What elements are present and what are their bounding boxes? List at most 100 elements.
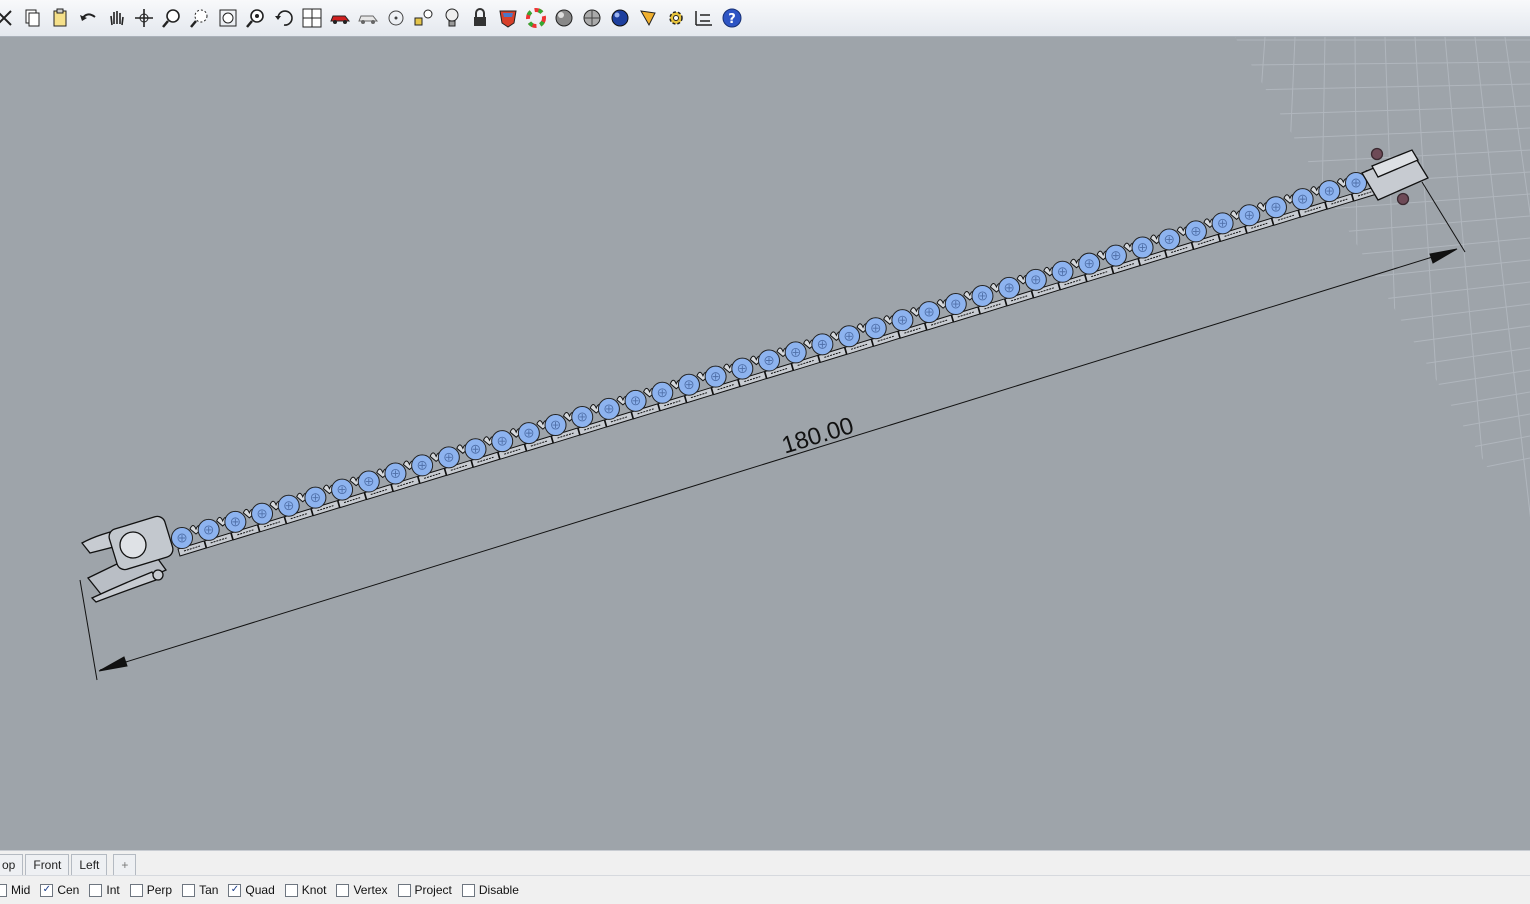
dimension-line — [99, 249, 1456, 671]
snap-label: Disable — [478, 883, 519, 897]
lock-button[interactable] — [466, 4, 494, 32]
dimension-icon — [695, 11, 712, 26]
color-wheel-button[interactable] — [522, 4, 550, 32]
clasp-left[interactable] — [81, 514, 175, 603]
circle-point-button[interactable] — [382, 4, 410, 32]
pan-hand-icon — [110, 11, 124, 26]
snap-mid[interactable]: Mid — [0, 883, 30, 897]
checkbox-int[interactable] — [89, 883, 103, 897]
four-viewports-icon — [302, 8, 322, 28]
checkbox-perp[interactable] — [129, 883, 143, 897]
close-arrow-icon — [0, 10, 12, 26]
checkbox-quad[interactable]: ✓ — [228, 883, 242, 897]
checkbox-disable[interactable] — [461, 883, 475, 897]
zoom-window-icon — [190, 9, 208, 28]
paste-button[interactable] — [46, 4, 74, 32]
zoom-selected-icon — [246, 9, 264, 28]
snap-disable[interactable]: Disable — [461, 883, 519, 897]
tab-left[interactable]: Left — [71, 854, 108, 875]
dimension-value: 180.00 — [779, 412, 857, 459]
checkbox-tan[interactable] — [182, 883, 196, 897]
zoom-extents-button[interactable] — [214, 4, 242, 32]
copy-icon — [25, 9, 40, 27]
zoom-window-button[interactable] — [186, 4, 214, 32]
color-wheel-icon — [526, 8, 546, 28]
tab-front[interactable]: Front — [25, 854, 70, 875]
sphere-gray-button[interactable] — [550, 4, 578, 32]
clasp-right[interactable] — [1361, 147, 1429, 206]
snap-tan[interactable]: Tan — [182, 883, 218, 897]
lock-icon — [474, 8, 486, 26]
light-bulb-icon — [445, 8, 459, 27]
rotate-view-button[interactable] — [270, 4, 298, 32]
viewport-canvas[interactable]: 180.00 — [0, 37, 1530, 850]
snap-perp[interactable]: Perp — [129, 883, 173, 897]
checkbox-project[interactable] — [397, 883, 411, 897]
tab-top[interactable]: op — [0, 854, 24, 875]
circle-point-icon — [388, 10, 404, 26]
sphere-shaded-button[interactable] — [578, 4, 606, 32]
checkbox-cen[interactable]: ✓ — [40, 883, 54, 897]
gear-icon — [669, 11, 683, 25]
dimension-button[interactable] — [690, 4, 718, 32]
car-button[interactable] — [326, 4, 354, 32]
snap-label: Project — [414, 883, 452, 897]
checkbox-knot[interactable] — [284, 883, 298, 897]
snap-vertex[interactable]: Vertex — [336, 883, 388, 897]
undo-icon — [80, 13, 96, 21]
car-outline-button[interactable] — [354, 4, 382, 32]
snap-label: Int — [106, 883, 120, 897]
undo-button[interactable] — [74, 4, 102, 32]
help-icon: ? — [722, 8, 742, 28]
add-tab-button[interactable]: + — [113, 854, 137, 875]
zoom-extents-icon — [219, 9, 237, 27]
pencil-button[interactable] — [634, 4, 662, 32]
shapes-button[interactable] — [410, 4, 438, 32]
snap-cen[interactable]: ✓ Cen — [40, 883, 79, 897]
dimension-extension-left — [79, 579, 98, 681]
arrow-right-icon — [1429, 248, 1458, 264]
gear-button[interactable] — [662, 4, 690, 32]
snap-label: Tan — [199, 883, 219, 897]
svg-text:?: ? — [728, 12, 736, 27]
main-toolbar: ? — [0, 0, 1530, 37]
sphere-shaded-icon — [583, 9, 601, 27]
shield-icon — [499, 10, 517, 28]
snap-knot[interactable]: Knot — [284, 883, 327, 897]
tennis-bracelet[interactable] — [171, 170, 1381, 557]
copy-button[interactable] — [18, 4, 46, 32]
snap-int[interactable]: Int — [89, 883, 120, 897]
arrow-left-icon — [98, 656, 128, 672]
paste-icon — [53, 8, 67, 27]
osnap-bar: Mid ✓ Cen Int Perp Tan ✓ Quad Knot Vertex Project D… — [0, 875, 1530, 904]
sphere-gray-icon — [555, 9, 573, 27]
shield-button[interactable] — [494, 4, 522, 32]
four-viewports-button[interactable] — [298, 4, 326, 32]
pan-hand-button[interactable] — [102, 4, 130, 32]
shapes-icon — [414, 9, 433, 26]
light-bulb-button[interactable] — [438, 4, 466, 32]
snap-label: Mid — [11, 883, 31, 897]
checkbox-vertex[interactable] — [336, 883, 350, 897]
car-icon — [330, 15, 351, 24]
car-outline-icon — [358, 15, 379, 24]
zoom-selected-button[interactable] — [242, 4, 270, 32]
move-view-button[interactable] — [130, 4, 158, 32]
sphere-blue-button[interactable] — [606, 4, 634, 32]
close-arrow-button[interactable] — [0, 4, 18, 32]
viewport-tabs: op Front Left + — [0, 850, 1530, 875]
snap-label: Vertex — [353, 883, 388, 897]
perspective-viewport[interactable]: 180.00 — [0, 37, 1530, 850]
checkbox-mid[interactable] — [0, 883, 7, 897]
snap-label: Knot — [301, 883, 327, 897]
zoom-icon — [162, 9, 180, 28]
snap-quad[interactable]: ✓ Quad — [228, 883, 275, 897]
construction-grid — [1235, 37, 1530, 540]
help-button[interactable]: ? — [718, 4, 746, 32]
move-view-icon — [135, 9, 153, 27]
snap-label: Cen — [57, 883, 80, 897]
snap-project[interactable]: Project — [397, 883, 452, 897]
snap-label: Perp — [146, 883, 173, 897]
pencil-icon — [640, 10, 656, 27]
zoom-button[interactable] — [158, 4, 186, 32]
